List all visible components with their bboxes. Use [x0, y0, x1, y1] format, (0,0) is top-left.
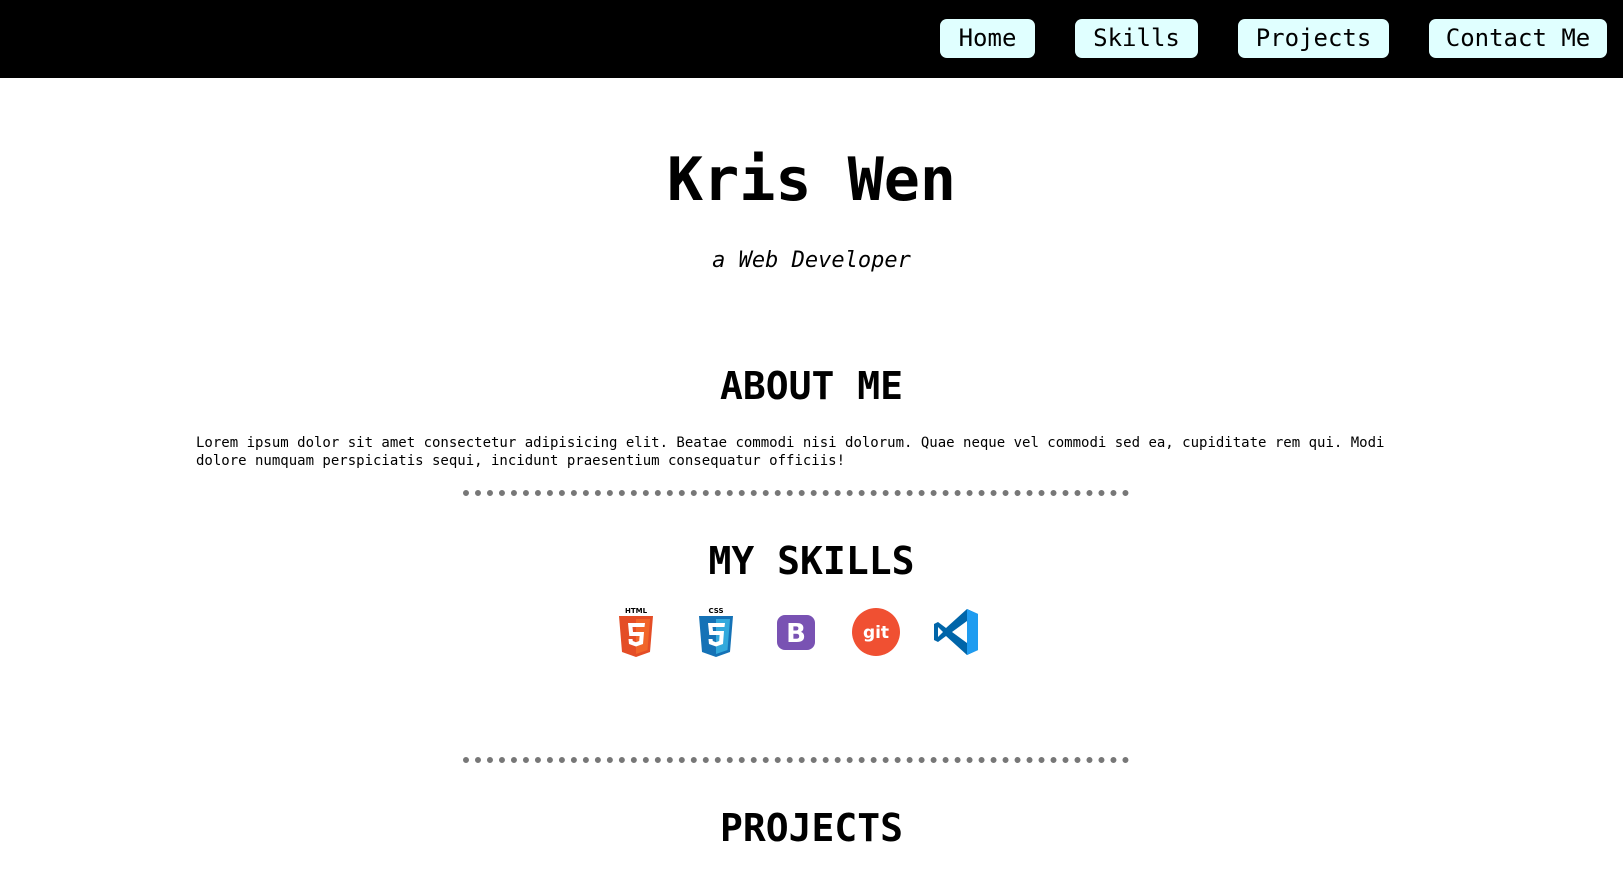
bootstrap-icon: B: [777, 615, 815, 650]
css3-icon-label: CSS: [708, 607, 723, 615]
vscode-icon: [934, 609, 978, 655]
section-divider: [463, 757, 1129, 763]
hero-name: Kris Wen: [667, 145, 956, 215]
nav-contact-button[interactable]: Contact Me: [1429, 19, 1607, 58]
nav-projects-button[interactable]: Projects: [1238, 19, 1389, 58]
nav-home-button[interactable]: Home: [940, 19, 1035, 58]
about-title: ABOUT ME: [719, 364, 904, 408]
navbar: Home Skills Projects Contact Me: [0, 0, 1623, 78]
section-divider: [463, 490, 1129, 496]
git-icon: git: [852, 608, 900, 656]
skills-title: MY SKILLS: [708, 539, 915, 583]
html5-icon: HTML: [619, 607, 653, 657]
html5-icon-label: HTML: [625, 607, 648, 615]
projects-title: PROJECTS: [719, 806, 904, 850]
bootstrap-icon-label: B: [786, 619, 806, 649]
git-icon-label: git: [863, 623, 889, 643]
hero-subtitle: a Web Developer: [712, 248, 911, 273]
css3-icon: CSS: [699, 607, 733, 657]
nav-skills-button[interactable]: Skills: [1075, 19, 1198, 58]
about-text: Lorem ipsum dolor sit amet consectetur a…: [196, 435, 1385, 469]
